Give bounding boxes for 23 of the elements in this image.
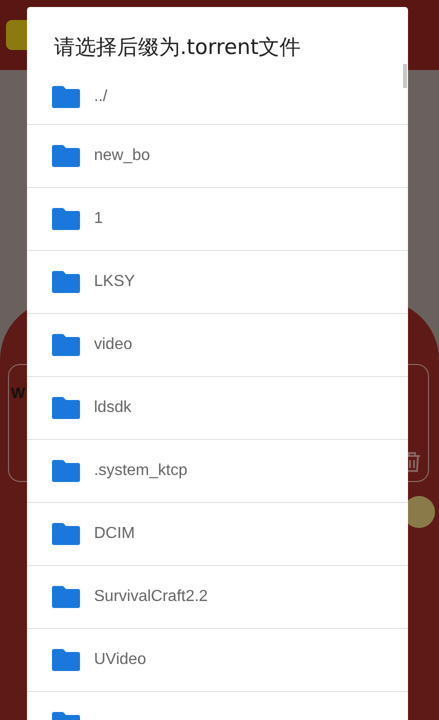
folder-icon: [52, 334, 80, 356]
folder-item[interactable]: .system_ktcp: [27, 440, 408, 503]
folder-item[interactable]: SurvivalCraft2.2: [27, 566, 408, 629]
folder-icon: [52, 649, 80, 671]
folder-icon: [52, 460, 80, 482]
folder-icon: [52, 271, 80, 293]
folder-icon: [52, 208, 80, 230]
folder-item[interactable]: 1: [27, 188, 408, 251]
folder-item[interactable]: UVideo: [27, 629, 408, 692]
folder-icon: [52, 523, 80, 545]
folder-item[interactable]: new_bo: [27, 125, 408, 188]
field-text: W: [11, 385, 26, 402]
scrollbar[interactable]: [403, 64, 407, 88]
folder-icon: [52, 397, 80, 419]
folder-icon: [52, 145, 80, 167]
folder-item[interactable]: video: [27, 314, 408, 377]
dialog-title: 请选择后缀为.torrent文件: [53, 34, 302, 61]
folder-icon: [52, 586, 80, 608]
folder-item[interactable]: DCIM: [27, 503, 408, 566]
folder-item[interactable]: ldsdk: [27, 377, 408, 440]
folder-icon: [52, 86, 80, 108]
folder-item[interactable]: LKSY: [27, 251, 408, 314]
folder-item[interactable]: ../: [27, 69, 408, 125]
